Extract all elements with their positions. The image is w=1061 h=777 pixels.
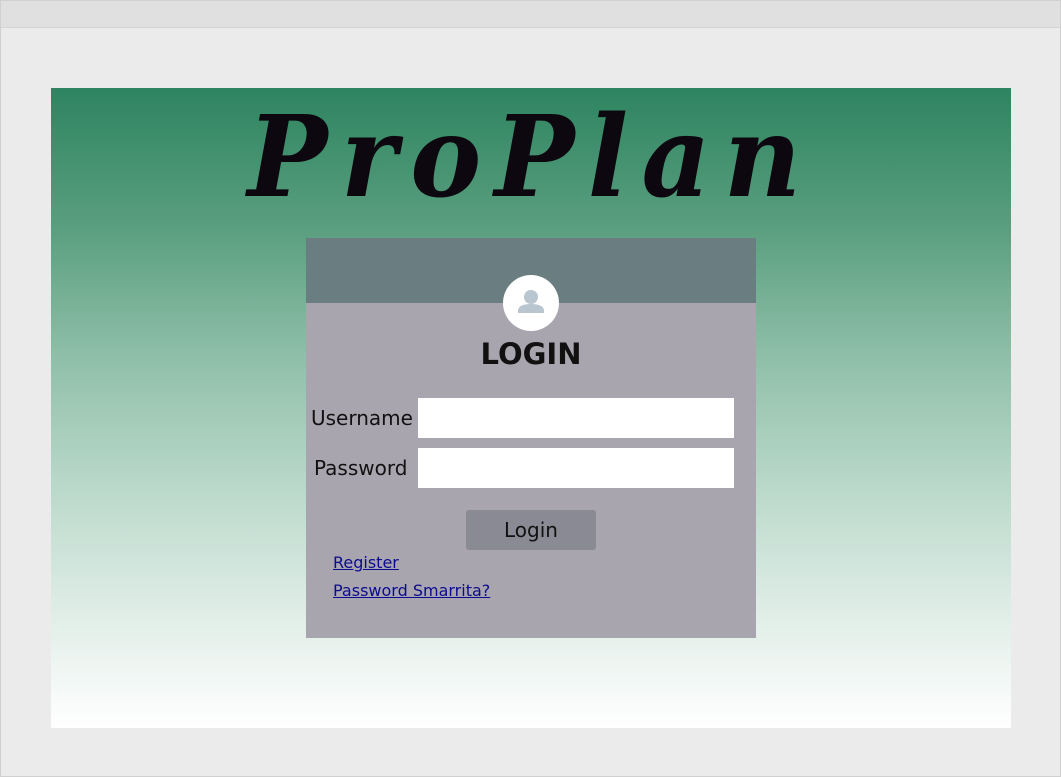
window-titlebar: [1, 1, 1060, 28]
login-page: ProPlan LOGIN Username Password Login Re…: [51, 88, 1011, 728]
forgot-password-link[interactable]: Password Smarrita?: [333, 580, 490, 602]
username-label: Username: [311, 406, 413, 430]
login-heading: LOGIN: [480, 337, 582, 371]
app-title: ProPlan: [247, 92, 815, 223]
password-field[interactable]: [418, 448, 734, 488]
login-button[interactable]: Login: [466, 510, 596, 550]
register-link[interactable]: Register: [333, 552, 399, 574]
username-field[interactable]: [418, 398, 734, 438]
user-icon: [503, 275, 559, 331]
login-card: LOGIN Username Password Login Register P…: [306, 238, 756, 638]
password-label: Password: [314, 456, 408, 480]
app-window: ProPlan LOGIN Username Password Login Re…: [0, 0, 1061, 777]
